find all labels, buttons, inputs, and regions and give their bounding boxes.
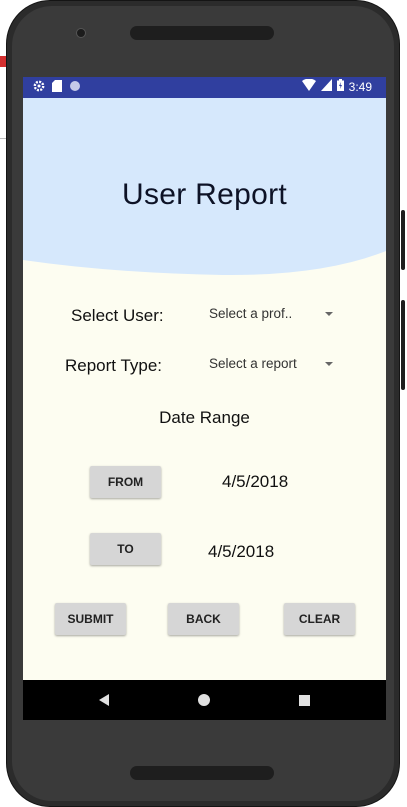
status-right-icons: 3:49 xyxy=(301,78,372,94)
battery-icon xyxy=(336,79,344,94)
to-date[interactable]: 4/5/2018 xyxy=(208,542,274,562)
home-icon[interactable] xyxy=(198,694,210,706)
front-camera xyxy=(76,28,86,38)
report-type-dropdown[interactable]: Select a report xyxy=(203,349,343,379)
chevron-down-icon xyxy=(325,362,333,366)
top-speaker xyxy=(130,26,274,40)
status-time: 3:49 xyxy=(348,79,372,94)
wifi-icon xyxy=(301,78,316,94)
volume-button xyxy=(401,300,405,390)
back-button[interactable]: BACK xyxy=(168,603,239,635)
power-button xyxy=(401,210,405,270)
report-type-value: Select a report xyxy=(209,356,297,371)
recents-icon[interactable] xyxy=(299,695,310,706)
navigation-bar xyxy=(23,680,386,720)
select-user-label: Select User: xyxy=(71,306,164,325)
page-title: User Report xyxy=(121,178,288,211)
back-icon[interactable] xyxy=(99,694,109,706)
clear-button[interactable]: CLEAR xyxy=(284,603,355,635)
bottom-speaker xyxy=(130,766,274,780)
status-bar: 3:49 xyxy=(23,77,386,98)
report-type-label: Report Type: xyxy=(65,356,163,375)
select-user-dropdown[interactable]: Select a prof.. xyxy=(203,299,343,329)
header-banner: User Report xyxy=(23,98,386,278)
select-user-value: Select a prof.. xyxy=(209,306,293,321)
from-date[interactable]: 4/5/2018 xyxy=(222,472,288,492)
status-left-icons xyxy=(33,80,81,95)
sd-card-icon xyxy=(52,80,62,95)
settings-icon xyxy=(33,80,45,95)
from-button[interactable]: FROM xyxy=(90,466,161,498)
submit-button[interactable]: SUBMIT xyxy=(55,603,126,635)
date-range-heading: Date Range xyxy=(159,408,250,427)
to-button[interactable]: TO xyxy=(90,533,161,565)
chevron-down-icon xyxy=(325,312,333,316)
cell-signal-icon xyxy=(320,79,332,94)
app-screen: 3:49 User Report Select User: Select a p… xyxy=(23,77,386,720)
circle-icon xyxy=(69,80,81,95)
